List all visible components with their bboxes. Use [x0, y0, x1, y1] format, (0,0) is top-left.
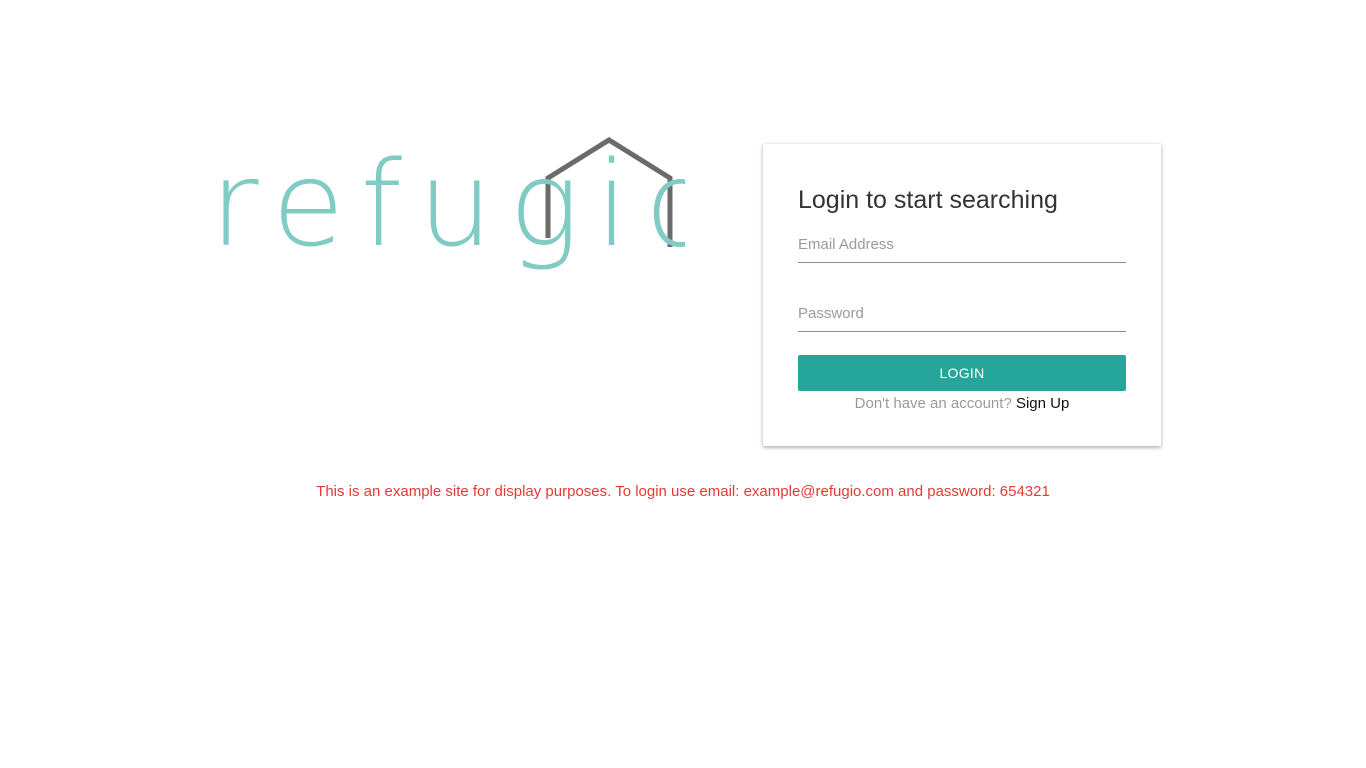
refugio-logo: refugio [205, 128, 685, 278]
signup-link[interactable]: Sign Up [1016, 395, 1069, 412]
password-input[interactable] [798, 295, 1126, 331]
logo-wordmark: refugio [210, 135, 685, 273]
login-page: refugio Login to start searching LOGIN D… [0, 0, 1366, 768]
email-input[interactable] [798, 226, 1126, 262]
signup-prompt: Don't have an account? [854, 395, 1012, 412]
email-field-wrapper [798, 226, 1126, 263]
login-card: Login to start searching LOGIN Don't hav… [763, 144, 1161, 446]
refugio-logo-graphic: refugio [210, 135, 685, 273]
login-button[interactable]: LOGIN [798, 355, 1126, 391]
login-title: Login to start searching [798, 186, 1058, 214]
demo-credentials-notice: This is an example site for display purp… [316, 483, 1050, 500]
signup-row: Don't have an account? Sign Up [798, 395, 1126, 412]
password-field-wrapper [798, 295, 1126, 332]
